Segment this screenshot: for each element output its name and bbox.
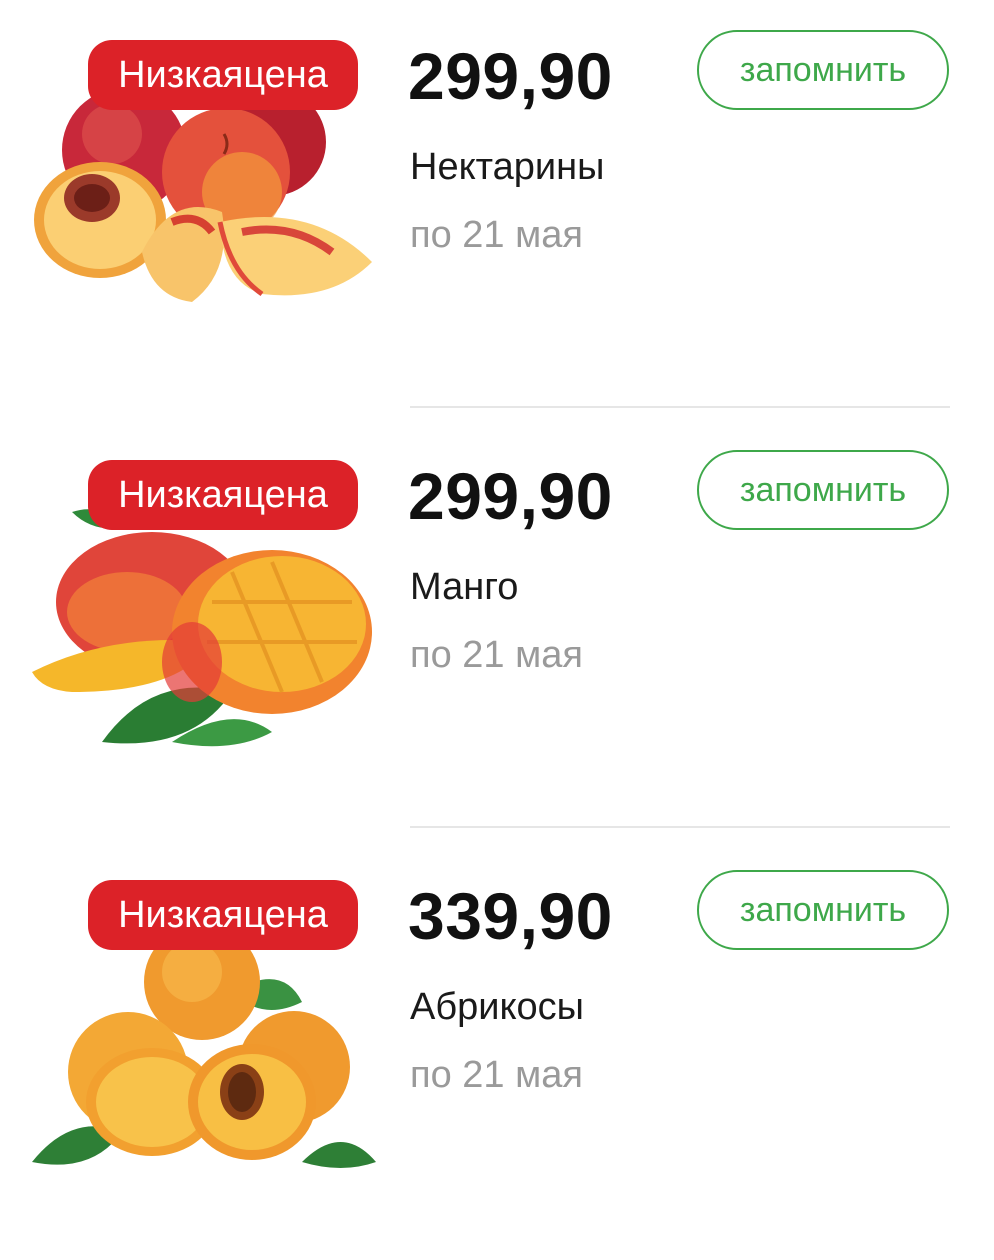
divider <box>410 826 950 828</box>
low-price-badge: Низкаяцена <box>88 880 358 950</box>
product-card[interactable]: Низкаяцена 339,90 Абрикосы по 21 мая зап… <box>0 840 994 1260</box>
product-name[interactable]: Нектарины <box>410 144 604 190</box>
low-price-badge: Низкаяцена <box>88 460 358 530</box>
remember-button[interactable]: запомнить <box>697 450 949 530</box>
remember-button[interactable]: запомнить <box>697 30 949 110</box>
product-name[interactable]: Манго <box>410 564 518 610</box>
low-price-badge: Низкаяцена <box>88 40 358 110</box>
offer-valid-until: по 21 мая <box>410 634 583 676</box>
offer-valid-until: по 21 мая <box>410 214 583 256</box>
nectarines-image <box>32 72 376 332</box>
apricots-image <box>32 912 376 1172</box>
product-price: 299,90 <box>408 459 613 533</box>
offer-valid-until: по 21 мая <box>410 1054 583 1096</box>
product-name[interactable]: Абрикосы <box>410 984 584 1030</box>
mango-image <box>32 492 376 752</box>
remember-button[interactable]: запомнить <box>697 870 949 950</box>
divider <box>410 406 950 408</box>
product-price: 299,90 <box>408 39 613 113</box>
product-price: 339,90 <box>408 879 613 953</box>
product-card[interactable]: Низкаяцена 299,90 Манго по 21 мая запомн… <box>0 420 994 840</box>
product-card[interactable]: Низкаяцена 299,90 Нектарины по 21 мая за… <box>0 0 994 420</box>
